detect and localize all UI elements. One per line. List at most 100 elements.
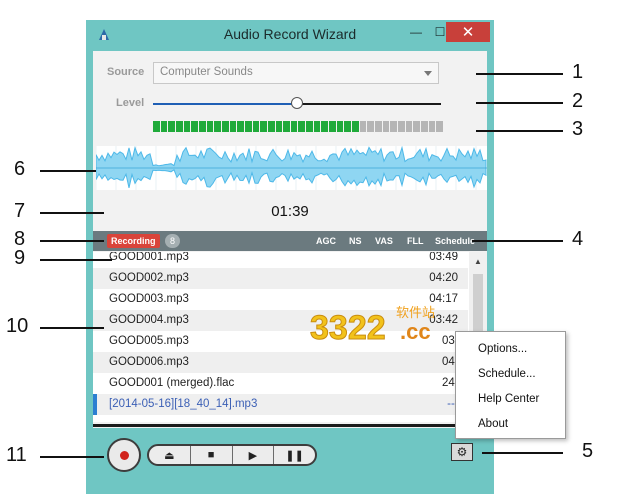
file-name: GOOD005.mp3 bbox=[109, 335, 189, 347]
meter-segment-off bbox=[359, 121, 367, 132]
callout-2: 2 bbox=[572, 90, 584, 112]
minimize-button[interactable]: — bbox=[404, 22, 428, 42]
meter-segment-on bbox=[183, 121, 191, 132]
waveform-display bbox=[96, 146, 487, 190]
callout-line-1 bbox=[476, 73, 563, 75]
meter-segment-on bbox=[298, 121, 306, 132]
callout-9: 9 bbox=[14, 247, 26, 269]
list-item[interactable]: GOOD001.mp3 03:49 bbox=[93, 252, 468, 268]
file-name: GOOD004.mp3 bbox=[109, 314, 189, 326]
settings-menu: Options... Schedule... Help Center About bbox=[455, 331, 566, 439]
meter-segment-off bbox=[405, 121, 413, 132]
stop-button[interactable]: ■ bbox=[189, 446, 232, 464]
file-name: GOOD003.mp3 bbox=[109, 293, 189, 305]
callout-10: 10 bbox=[6, 315, 29, 337]
flag-agc[interactable]: AGC bbox=[316, 236, 336, 246]
meter-segment-on bbox=[244, 121, 252, 132]
pause-button[interactable]: ❚❚ bbox=[273, 446, 315, 464]
meter-segment-on bbox=[198, 121, 206, 132]
file-duration: 04:20 bbox=[429, 272, 458, 284]
menu-item-help-center[interactable]: Help Center bbox=[478, 393, 539, 405]
file-name: [2014-05-16][18_40_14].mp3 bbox=[109, 398, 258, 410]
callout-3: 3 bbox=[572, 118, 584, 140]
file-name: GOOD002.mp3 bbox=[109, 272, 189, 284]
progress-divider bbox=[93, 424, 487, 427]
watermark-text-cc: .cc bbox=[400, 319, 431, 344]
play-button[interactable]: ▶ bbox=[231, 446, 274, 464]
level-slider-thumb[interactable] bbox=[291, 97, 303, 109]
source-label: Source bbox=[107, 66, 145, 78]
list-item-selected[interactable]: [2014-05-16][18_40_14].mp3 --: bbox=[93, 394, 468, 415]
flag-vas[interactable]: VAS bbox=[375, 236, 393, 246]
level-slider[interactable] bbox=[153, 97, 441, 109]
callout-line-9 bbox=[40, 259, 112, 261]
meter-segment-on bbox=[267, 121, 275, 132]
record-button[interactable] bbox=[107, 438, 141, 472]
callout-line-5 bbox=[482, 452, 563, 454]
control-bar: ⏏ ■ ▶ ❚❚ ⚙ bbox=[93, 428, 487, 487]
callout-4: 4 bbox=[572, 228, 584, 250]
meter-segment-on bbox=[168, 121, 175, 132]
callout-11: 11 bbox=[6, 444, 27, 466]
selection-marker bbox=[93, 394, 97, 415]
flag-ns[interactable]: NS bbox=[349, 236, 362, 246]
meter-segment-off bbox=[390, 121, 397, 132]
meter-segment-on bbox=[221, 121, 229, 132]
meter-segment-on bbox=[344, 121, 352, 132]
callout-1: 1 bbox=[572, 61, 584, 83]
meter-segment-on bbox=[306, 121, 313, 132]
meter-segment-on bbox=[175, 121, 183, 132]
callout-line-8 bbox=[40, 240, 104, 242]
meter-segment-off bbox=[382, 121, 390, 132]
callout-5: 5 bbox=[582, 440, 594, 462]
chevron-down-icon bbox=[424, 71, 432, 76]
level-slider-fill bbox=[153, 103, 297, 105]
meter-segment-on bbox=[214, 121, 221, 132]
meter-segment-on bbox=[237, 121, 244, 132]
close-button[interactable]: ✕ bbox=[446, 22, 490, 42]
menu-item-about[interactable]: About bbox=[478, 418, 508, 430]
meter-segment-on bbox=[313, 121, 321, 132]
source-dropdown[interactable]: Computer Sounds bbox=[153, 62, 439, 84]
scroll-up-icon[interactable]: ▲ bbox=[474, 257, 482, 266]
meter-segment-on bbox=[275, 121, 283, 132]
list-item[interactable]: GOOD001 (merged).flac 24: bbox=[93, 373, 468, 394]
callout-line-3 bbox=[476, 130, 563, 132]
list-item[interactable]: GOOD002.mp3 04:20 bbox=[93, 268, 468, 289]
callout-line-10 bbox=[40, 327, 104, 329]
callout-line-11 bbox=[40, 456, 104, 458]
meter-segment-on bbox=[329, 121, 336, 132]
callout-6: 6 bbox=[14, 158, 26, 180]
app-window: Audio Record Wizard — ☐ ✕ Source Compute… bbox=[86, 20, 494, 494]
title-bar: Audio Record Wizard — ☐ ✕ bbox=[86, 20, 494, 50]
meter-segment-on bbox=[160, 121, 168, 132]
status-bar: Recording 8 AGC NS VAS FLL Schedule bbox=[93, 231, 487, 251]
playback-controls: ⏏ ■ ▶ ❚❚ bbox=[147, 444, 317, 466]
menu-item-options[interactable]: Options... bbox=[478, 343, 527, 355]
eject-button[interactable]: ⏏ bbox=[149, 446, 190, 464]
meter-segment-off bbox=[398, 121, 405, 132]
menu-item-schedule[interactable]: Schedule... bbox=[478, 368, 536, 380]
meter-segment-on bbox=[153, 121, 160, 132]
meter-segment-off bbox=[375, 121, 382, 132]
file-duration: 03:49 bbox=[429, 252, 458, 263]
meter-segment-on bbox=[191, 121, 198, 132]
meter-segment-on bbox=[206, 121, 214, 132]
level-meter bbox=[153, 121, 443, 132]
callout-line-6 bbox=[40, 170, 96, 172]
meter-segment-off bbox=[428, 121, 436, 132]
meter-segment-on bbox=[283, 121, 290, 132]
close-icon: ✕ bbox=[461, 24, 475, 41]
file-name: GOOD001 (merged).flac bbox=[109, 377, 235, 389]
meter-segment-on bbox=[252, 121, 260, 132]
list-item[interactable]: GOOD006.mp3 04: bbox=[93, 352, 468, 373]
meter-segment-on bbox=[352, 121, 359, 132]
meter-segment-on bbox=[321, 121, 329, 132]
watermark-logo: 3322 软件站 .cc bbox=[310, 306, 436, 348]
callout-line-4 bbox=[472, 240, 563, 242]
flag-schedule[interactable]: Schedule bbox=[435, 236, 475, 246]
flag-fll[interactable]: FLL bbox=[407, 236, 424, 246]
file-count-badge: 8 bbox=[165, 234, 180, 248]
meter-segment-off bbox=[413, 121, 420, 132]
settings-button[interactable]: ⚙ bbox=[451, 443, 473, 461]
